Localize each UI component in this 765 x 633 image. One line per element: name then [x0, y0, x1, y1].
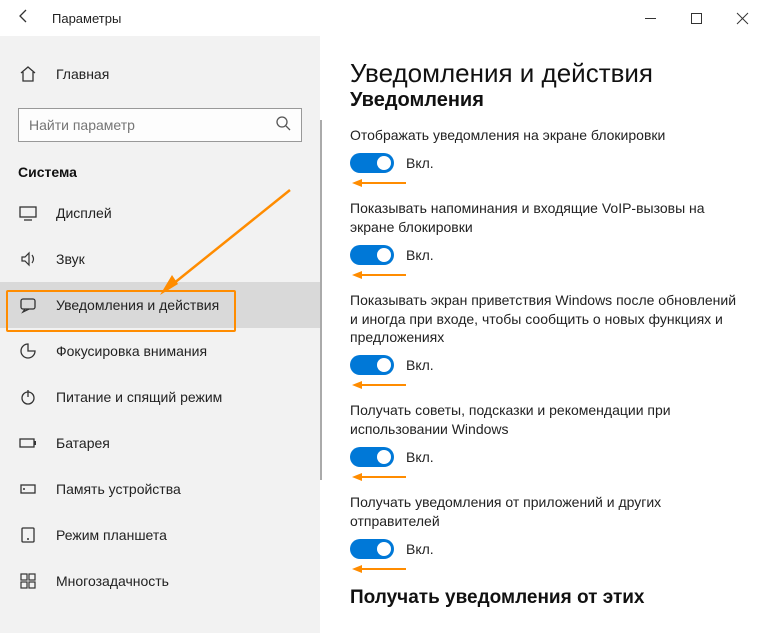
- toggle-state: Вкл.: [406, 155, 434, 171]
- nav-label: Многозадачность: [56, 573, 320, 589]
- annotation-arrow: [350, 471, 739, 483]
- sound-icon: [18, 250, 38, 268]
- battery-icon: [18, 434, 38, 452]
- toggle-state: Вкл.: [406, 357, 434, 373]
- toggle-switch[interactable]: [350, 447, 394, 467]
- nav-item-multitask[interactable]: Многозадачность: [0, 558, 320, 604]
- nav-item-tablet[interactable]: Режим планшета: [0, 512, 320, 558]
- content-area: Уведомления и действия Уведомления Отобр…: [320, 36, 765, 633]
- window-title: Параметры: [48, 11, 627, 26]
- nav-label: Звук: [56, 251, 320, 267]
- nav-item-focus[interactable]: Фокусировка внимания: [0, 328, 320, 374]
- storage-icon: [18, 480, 38, 498]
- search-icon: [275, 115, 291, 136]
- home-link[interactable]: Главная: [0, 54, 320, 94]
- toggle-switch[interactable]: [350, 539, 394, 559]
- close-button[interactable]: [719, 0, 765, 36]
- setting-tips: Получать советы, подсказки и рекомендаци…: [350, 401, 739, 483]
- setting-description: Показывать экран приветствия Windows пос…: [350, 291, 739, 348]
- sidebar: Главная Система Дисплей Звук Уведомления…: [0, 36, 320, 633]
- section-heading-receive: Получать уведомления от этих: [350, 587, 739, 609]
- search-input-container[interactable]: [18, 108, 302, 142]
- titlebar: Параметры: [0, 0, 765, 36]
- power-icon: [18, 388, 38, 406]
- nav-item-power[interactable]: Питание и спящий режим: [0, 374, 320, 420]
- nav-label: Дисплей: [56, 205, 320, 221]
- nav-label: Память устройства: [56, 481, 320, 497]
- scroll-indicator[interactable]: [320, 120, 322, 480]
- nav-label: Питание и спящий режим: [56, 389, 320, 405]
- annotation-arrow: [350, 563, 739, 575]
- nav-item-sound[interactable]: Звук: [0, 236, 320, 282]
- page-title: Уведомления и действия: [350, 58, 739, 89]
- tablet-icon: [18, 526, 38, 544]
- toggle-switch[interactable]: [350, 153, 394, 173]
- nav-item-display[interactable]: Дисплей: [0, 190, 320, 236]
- notification-icon: [18, 296, 38, 314]
- setting-welcome-screen: Показывать экран приветствия Windows пос…: [350, 291, 739, 392]
- setting-description: Получать советы, подсказки и рекомендаци…: [350, 401, 739, 439]
- category-heading: Система: [0, 158, 320, 190]
- back-button[interactable]: [0, 7, 48, 30]
- setting-lockscreen-notifications: Отображать уведомления на экране блокиро…: [350, 126, 739, 189]
- annotation-arrow: [350, 177, 739, 189]
- toggle-switch[interactable]: [350, 245, 394, 265]
- toggle-state: Вкл.: [406, 541, 434, 557]
- setting-description: Показывать напоминания и входящие VoIP-в…: [350, 199, 739, 237]
- home-icon: [18, 65, 38, 83]
- search-input[interactable]: [29, 117, 275, 133]
- annotation-arrow: [350, 269, 739, 281]
- nav-item-storage[interactable]: Память устройства: [0, 466, 320, 512]
- annotation-arrow: [350, 379, 739, 391]
- multitask-icon: [18, 572, 38, 590]
- nav-item-notifications[interactable]: Уведомления и действия: [0, 282, 320, 328]
- toggle-switch[interactable]: [350, 355, 394, 375]
- maximize-button[interactable]: [673, 0, 719, 36]
- nav-label: Уведомления и действия: [56, 297, 320, 313]
- home-label: Главная: [56, 66, 109, 82]
- section-heading: Уведомления: [350, 89, 739, 112]
- toggle-state: Вкл.: [406, 247, 434, 263]
- setting-app-notifications: Получать уведомления от приложений и дру…: [350, 493, 739, 575]
- setting-voip-lockscreen: Показывать напоминания и входящие VoIP-в…: [350, 199, 739, 281]
- setting-description: Отображать уведомления на экране блокиро…: [350, 126, 739, 145]
- focus-icon: [18, 342, 38, 360]
- nav-label: Батарея: [56, 435, 320, 451]
- nav-label: Режим планшета: [56, 527, 320, 543]
- nav-item-battery[interactable]: Батарея: [0, 420, 320, 466]
- nav-label: Фокусировка внимания: [56, 343, 320, 359]
- display-icon: [18, 204, 38, 222]
- minimize-button[interactable]: [627, 0, 673, 36]
- toggle-state: Вкл.: [406, 449, 434, 465]
- setting-description: Получать уведомления от приложений и дру…: [350, 493, 739, 531]
